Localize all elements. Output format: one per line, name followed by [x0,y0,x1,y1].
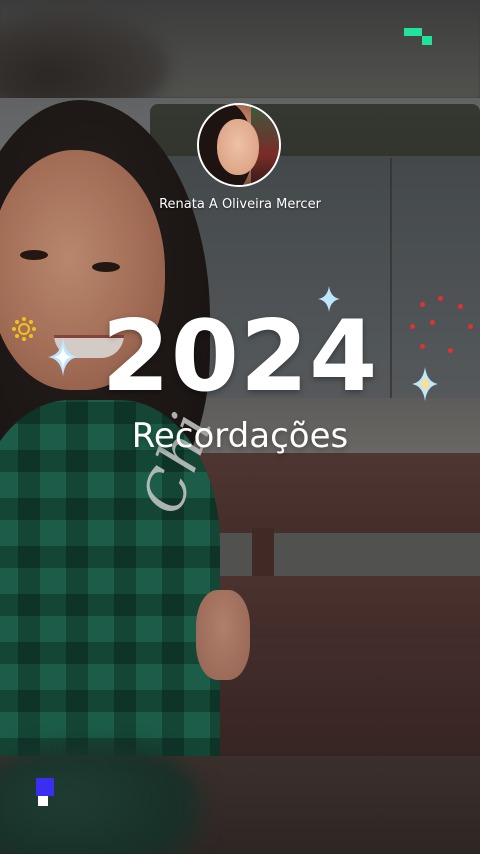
app-logo-icon [404,28,434,48]
blurred-backdrop-bottom [0,746,480,854]
profile-avatar[interactable] [197,103,281,187]
story-frame: Chi Renata A Oliveira Mercer 2024 Record… [0,0,480,854]
blurred-backdrop-top [0,0,480,120]
year-title: 2024 [101,300,379,414]
memories-subtitle: Recordações [131,416,349,456]
watermark-icon [36,778,56,808]
profile-name[interactable]: Renata A Oliveira Mercer [0,197,480,212]
